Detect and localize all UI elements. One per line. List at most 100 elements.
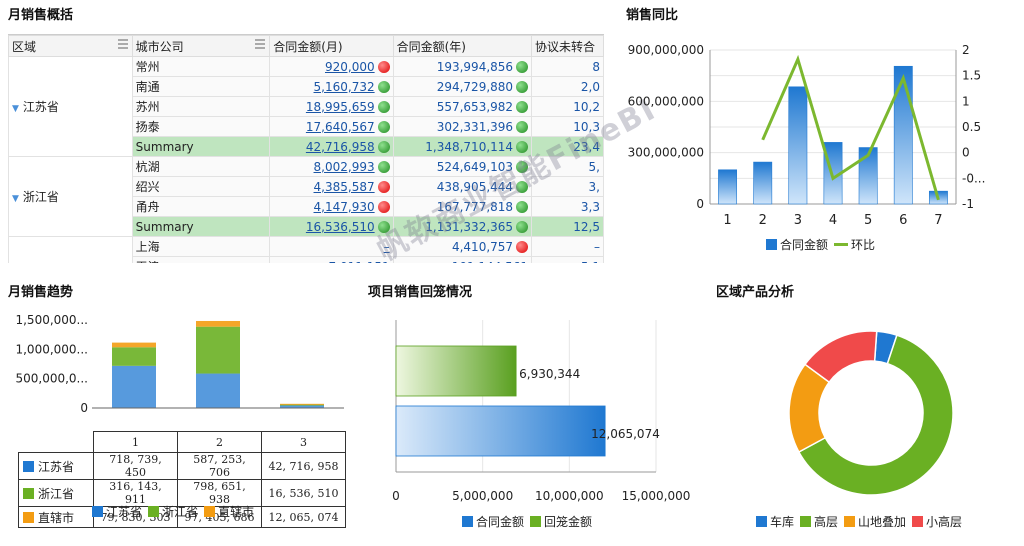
series-swatch [23, 487, 34, 499]
trend-legend: 江苏省 浙江省 直辖市 [92, 503, 254, 520]
year-amount-cell: 101,144,561 [392, 256, 533, 263]
year-amount-cell: 438,905,444 [392, 176, 533, 197]
city-cell: Summary [131, 136, 271, 157]
city-cell: 苏州 [131, 96, 271, 117]
cell-value[interactable]: 4,147,930 [314, 200, 375, 214]
region-title: 区域产品分析 [716, 285, 795, 300]
cell-value[interactable]: 42,716,958 [306, 140, 375, 154]
legend-label: 环比 [851, 238, 876, 252]
yoy-legend: 合同金额 环比 [766, 236, 875, 253]
column-header[interactable]: 城市公司 [131, 35, 271, 57]
month-amount-cell[interactable]: 18,995,659 [269, 96, 394, 117]
series-label-cell: 浙江省 [18, 479, 94, 507]
category-cell: 2 [177, 431, 262, 453]
unconverted-cell: 2,0 [531, 76, 604, 97]
sort-handle-icon[interactable] [255, 39, 266, 51]
series-swatch [23, 460, 34, 472]
region-cell[interactable]: ▼ 浙江省 [8, 156, 133, 237]
city-cell: 扬泰 [131, 116, 271, 137]
status-green-icon [377, 160, 390, 173]
legend-item[interactable]: 小高层 [912, 513, 962, 530]
year-amount-cell: 1,131,332,365 [392, 216, 533, 237]
month-amount-cell[interactable]: 5,160,732 [269, 76, 394, 97]
category-cell: 1 [93, 431, 178, 453]
legend-item[interactable]: 山地叠加 [844, 513, 906, 530]
month-amount-cell[interactable]: 4,385,587 [269, 176, 394, 197]
trend-title: 月销售趋势 [8, 285, 74, 300]
stack-segment [112, 365, 156, 408]
year-amount-cell: 167,777,818 [392, 196, 533, 217]
legend-item-zhejiang[interactable]: 浙江省 [148, 503, 198, 520]
data-label: 6,930,344 [519, 367, 580, 381]
unconverted-cell: 23,4 [531, 136, 604, 157]
month-amount-cell[interactable]: 16,536,510 [269, 216, 394, 237]
left-tick-label: 300,000,000 [628, 146, 704, 160]
cell-value[interactable]: 4,385,587 [314, 180, 375, 194]
month-amount-cell[interactable]: 8,002,993 [269, 156, 394, 177]
cell-value[interactable]: 7,011,151 [329, 260, 390, 264]
month-amount-cell[interactable]: – [269, 236, 394, 257]
sales-summary-table: 区域 城市公司 合同金额(月) 合同金额(年) 协议未转合 ▼ 江苏省 常州 920,000 1… [8, 34, 604, 263]
year-amount-cell: 193,994,856 [392, 56, 533, 77]
x-tick-label: 5,000,000 [452, 489, 513, 503]
cell-value[interactable]: 5,160,732 [314, 80, 375, 94]
bar [788, 86, 808, 205]
bar [718, 169, 738, 205]
legend-item-collected[interactable]: 回笼金额 [530, 513, 592, 530]
x-tick-label: 15,000,000 [622, 489, 691, 503]
right-tick-label: -1 [962, 197, 974, 211]
cell-value[interactable]: 16,536,510 [306, 220, 375, 234]
status-red-icon [516, 240, 529, 253]
column-header[interactable]: 区域 [8, 35, 133, 57]
region-cell [8, 236, 133, 263]
legend-item-contract[interactable]: 合同金额 [462, 513, 524, 530]
table-row: 上海 – 4,410,757 – [8, 236, 604, 263]
cell-value: 4,410,757 [451, 239, 514, 254]
city-cell: 南通 [131, 76, 271, 97]
legend-item-jiangsu[interactable]: 江苏省 [92, 503, 142, 520]
city-cell: 绍兴 [131, 176, 271, 197]
month-amount-cell[interactable]: 7,011,151 [269, 256, 394, 264]
right-tick-label: 1 [962, 94, 970, 108]
cell-value[interactable]: – [384, 240, 390, 254]
collapse-icon[interactable]: ▼ [12, 104, 19, 114]
column-header[interactable]: 合同金额(年) [392, 35, 533, 57]
collapse-icon[interactable]: ▼ [12, 194, 19, 204]
city-cell: 杭湖 [131, 156, 271, 177]
month-amount-cell[interactable]: 4,147,930 [269, 196, 394, 217]
blank-cell [19, 432, 94, 453]
cell-value[interactable]: 17,640,567 [306, 120, 375, 134]
status-red-icon [377, 180, 390, 193]
legend-item[interactable]: 车库 [756, 513, 794, 530]
month-amount-cell[interactable]: 920,000 [269, 56, 394, 77]
sort-handle-icon[interactable] [117, 39, 128, 51]
legend-item[interactable]: 高层 [800, 513, 838, 530]
legend-item-municipal[interactable]: 直辖市 [204, 503, 254, 520]
left-tick-label: 600,000,000 [628, 94, 704, 108]
unconverted-cell: 8 [531, 56, 604, 77]
project-title: 项目销售回笼情况 [368, 285, 473, 300]
month-amount-cell[interactable]: 42,716,958 [269, 136, 394, 157]
unconverted-cell: 5, [531, 156, 604, 177]
region-donut-chart [788, 330, 954, 496]
legend-label: 高层 [814, 515, 839, 529]
y-tick-label: 0 [80, 401, 88, 412]
region-cell[interactable]: ▼ 江苏省 [8, 56, 133, 157]
legend-item-amount[interactable]: 合同金额 [766, 236, 828, 253]
cell-value[interactable]: 920,000 [325, 60, 375, 74]
unconverted-cell: 10,3 [531, 116, 604, 137]
bar [753, 161, 773, 205]
legend-item-mom[interactable]: 环比 [834, 236, 875, 253]
column-header[interactable]: 协议未转合 [531, 35, 604, 57]
cell-value[interactable]: 8,002,993 [314, 160, 375, 174]
table-title: 月销售概括 [8, 8, 74, 23]
legend-label: 合同金额 [476, 515, 525, 529]
cell-value[interactable]: 18,995,659 [306, 100, 375, 114]
column-header[interactable]: 合同金额(月) [269, 35, 394, 57]
x-tick-label: 6 [899, 213, 907, 228]
month-amount-cell[interactable]: 17,640,567 [269, 116, 394, 137]
year-amount-cell: 524,649,103 [392, 156, 533, 177]
status-green-icon [516, 80, 529, 93]
project-legend: 合同金额 回笼金额 [462, 513, 592, 530]
city-cell: 上海 [131, 236, 271, 257]
